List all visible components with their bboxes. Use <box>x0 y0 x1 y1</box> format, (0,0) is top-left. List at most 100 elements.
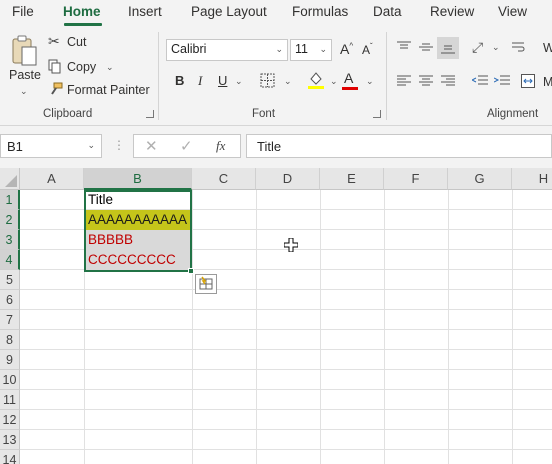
copy-dropdown-arrow[interactable]: ⌄ <box>106 62 114 73</box>
row-header-1[interactable]: 1 <box>0 190 20 210</box>
row-header-6[interactable]: 6 <box>0 290 20 310</box>
column-header-g[interactable]: G <box>448 168 512 190</box>
decrease-font-size-button[interactable]: Aˇ <box>362 42 373 57</box>
more-options-icon[interactable]: ⋮ <box>113 138 125 152</box>
row-header-13[interactable]: 13 <box>0 430 20 450</box>
gridline <box>256 190 257 464</box>
row-header-9[interactable]: 9 <box>0 350 20 370</box>
tab-insert[interactable]: Insert <box>128 4 162 19</box>
underline-dropdown-arrow[interactable]: ⌄ <box>235 76 243 87</box>
tab-data[interactable]: Data <box>373 4 402 19</box>
row-header-2[interactable]: 2 <box>0 210 20 230</box>
underline-button[interactable]: U <box>218 73 227 88</box>
align-center-icon[interactable] <box>419 75 433 90</box>
merge-center-icon[interactable] <box>521 74 535 91</box>
tab-view[interactable]: View <box>498 4 527 19</box>
tab-home[interactable]: Home <box>63 4 101 19</box>
clipboard-dialog-launcher[interactable] <box>146 110 154 118</box>
clipboard-group-label: Clipboard <box>43 108 93 120</box>
row-header-3[interactable]: 3 <box>0 230 20 250</box>
cell-cursor-icon <box>283 237 299 255</box>
increase-font-size-button[interactable]: A^ <box>340 41 353 57</box>
scissors-icon[interactable]: ✂ <box>48 33 60 50</box>
tab-file[interactable]: File <box>12 4 34 19</box>
gridline <box>20 289 552 290</box>
row-header-12[interactable]: 12 <box>0 410 20 430</box>
cell-b3[interactable]: BBBBB <box>85 230 191 250</box>
font-dialog-launcher[interactable] <box>373 110 381 118</box>
chevron-down-icon[interactable]: ⌄ <box>87 140 95 151</box>
cell-b1[interactable]: Title <box>85 190 191 210</box>
row-header-10[interactable]: 10 <box>0 370 20 390</box>
align-left-icon[interactable] <box>397 75 411 90</box>
font-color-dropdown-arrow[interactable]: ⌄ <box>366 76 374 87</box>
format-painter-icon[interactable] <box>49 82 63 99</box>
row-header-7[interactable]: 7 <box>0 310 20 330</box>
top-align-icon[interactable] <box>397 41 411 56</box>
worksheet-grid[interactable]: A B C D E F G H 1 2 3 4 5 6 7 8 9 10 11 … <box>0 168 552 464</box>
cell-b2[interactable]: AAAAAAAAAAA <box>85 210 191 230</box>
cut-button[interactable]: Cut <box>67 35 86 49</box>
column-header-c[interactable]: C <box>192 168 256 190</box>
alignment-group-label: Alignment <box>487 108 539 120</box>
tab-page-layout[interactable]: Page Layout <box>191 4 267 19</box>
row-header-11[interactable]: 11 <box>0 390 20 410</box>
font-name-dropdown[interactable]: Calibri ⌄ <box>166 39 288 61</box>
quick-analysis-button[interactable] <box>195 274 217 294</box>
paste-button[interactable]: Paste <box>9 68 41 82</box>
font-color-button[interactable]: A <box>344 70 353 86</box>
increase-indent-icon[interactable] <box>493 75 510 90</box>
italic-button[interactable]: I <box>198 73 202 89</box>
decrease-indent-icon[interactable] <box>470 75 488 90</box>
formula-bar-area: B1 ⌄ ⋮ ✕ ✓ fx Title <box>0 126 552 168</box>
row-header-4[interactable]: 4 <box>0 250 20 270</box>
orientation-dropdown-arrow[interactable]: ⌄ <box>492 42 500 53</box>
merge-center-button[interactable]: M <box>543 75 552 89</box>
copy-icon[interactable] <box>48 59 62 77</box>
column-header-a[interactable]: A <box>20 168 84 190</box>
formula-buttons: ✕ ✓ fx <box>133 134 241 158</box>
column-header-f[interactable]: F <box>384 168 448 190</box>
format-painter-button[interactable]: Format Painter <box>67 83 150 97</box>
fill-handle[interactable] <box>188 268 194 274</box>
bottom-align-button[interactable] <box>437 37 459 59</box>
font-color-swatch <box>342 87 358 90</box>
gridline <box>20 429 552 430</box>
fill-color-dropdown-arrow[interactable]: ⌄ <box>330 76 338 87</box>
align-right-icon[interactable] <box>441 75 455 90</box>
fill-color-icon[interactable] <box>307 70 325 93</box>
name-box[interactable]: B1 ⌄ <box>0 134 102 158</box>
wrap-text-button[interactable]: W <box>543 41 552 55</box>
select-all-corner[interactable] <box>0 168 20 190</box>
cancel-icon[interactable]: ✕ <box>145 137 158 155</box>
group-divider <box>158 32 159 120</box>
borders-icon[interactable] <box>260 73 275 91</box>
tab-review[interactable]: Review <box>430 4 474 19</box>
row-header-14[interactable]: 14 <box>0 450 20 464</box>
formula-input[interactable]: Title <box>246 134 552 158</box>
column-header-h[interactable]: H <box>512 168 552 190</box>
chevron-down-icon: ⌄ <box>275 44 283 54</box>
orientation-icon[interactable]: ⤢ <box>472 39 483 56</box>
middle-align-icon[interactable] <box>419 41 433 56</box>
row-header-5[interactable]: 5 <box>0 270 20 290</box>
row-header-8[interactable]: 8 <box>0 330 20 350</box>
paste-icon[interactable] <box>10 34 40 70</box>
column-header-e[interactable]: E <box>320 168 384 190</box>
font-size-value: 11 <box>295 42 308 56</box>
borders-dropdown-arrow[interactable]: ⌄ <box>284 76 292 87</box>
font-size-dropdown[interactable]: 11 ⌄ <box>290 39 332 61</box>
column-header-d[interactable]: D <box>256 168 320 190</box>
gridline <box>20 449 552 450</box>
column-header-b[interactable]: B <box>84 168 192 190</box>
ribbon: Paste ⌄ ✂ Cut Copy ⌄ Format Painter Clip… <box>0 26 552 126</box>
enter-check-icon[interactable]: ✓ <box>180 137 193 155</box>
cell-b4[interactable]: CCCCCCCCC <box>85 250 191 270</box>
bold-button[interactable]: B <box>175 73 184 88</box>
tab-formulas[interactable]: Formulas <box>292 4 348 19</box>
copy-button[interactable]: Copy <box>67 60 96 74</box>
wrap-text-icon[interactable] <box>512 40 526 57</box>
insert-function-button[interactable]: fx <box>216 138 225 154</box>
chevron-down-icon: ⌄ <box>319 44 327 54</box>
paste-dropdown-arrow[interactable]: ⌄ <box>20 86 28 97</box>
